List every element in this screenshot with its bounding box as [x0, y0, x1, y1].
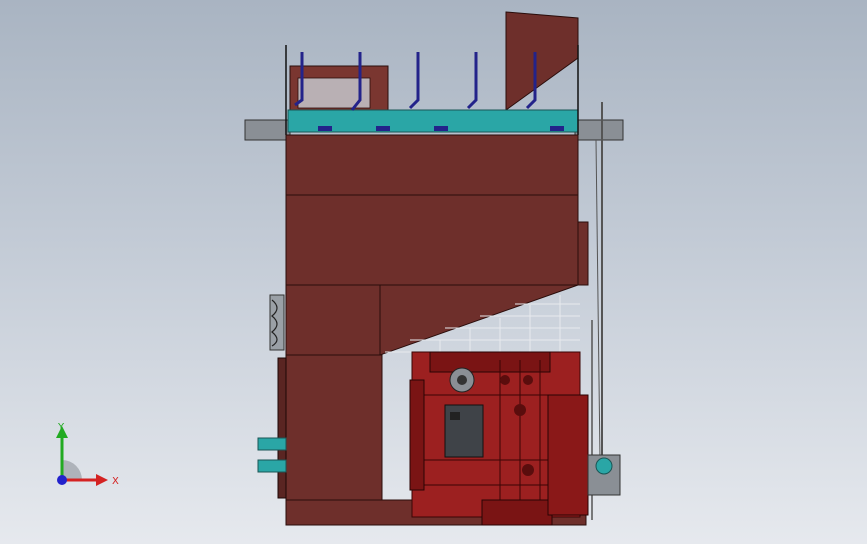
left-fan — [269, 294, 285, 351]
blue-foot — [550, 126, 564, 131]
blue-foot — [376, 126, 390, 131]
sloped-chute — [285, 284, 579, 356]
blue-post — [408, 52, 420, 110]
x-axis-label: X — [112, 476, 119, 487]
cad-viewport[interactable] — [0, 0, 867, 544]
hopper-back-panel — [505, 11, 579, 111]
main-body-upper — [285, 134, 579, 286]
right-pulley — [587, 454, 621, 496]
right-shaft — [574, 119, 624, 141]
y-axis-label: Y — [57, 422, 65, 433]
teal-pipe-upper — [257, 437, 287, 451]
x-axis-arrowhead — [96, 474, 108, 486]
side-rail-left — [277, 357, 287, 499]
engine — [409, 351, 589, 526]
left-shaft — [244, 119, 291, 141]
blue-post — [466, 52, 478, 110]
blue-foot — [318, 126, 332, 131]
axis-triad: Y X — [56, 422, 119, 487]
blue-foot — [434, 126, 448, 131]
z-axis-dot — [57, 475, 67, 485]
teal-pipe-lower — [257, 459, 287, 473]
side-step — [577, 221, 589, 286]
